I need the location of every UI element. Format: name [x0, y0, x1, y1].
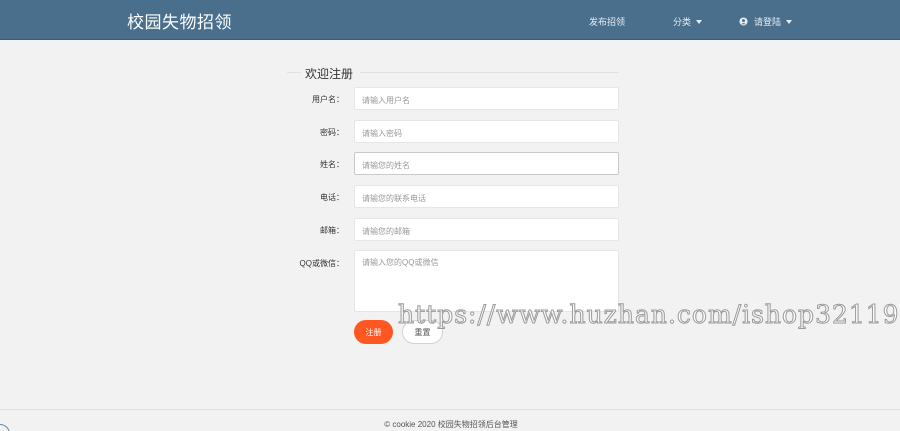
legend-divider [287, 72, 301, 73]
legend-divider [360, 72, 619, 73]
password-input[interactable]: 请输入密码 [354, 120, 619, 143]
name-input[interactable]: 请输您的姓名 [354, 152, 619, 175]
watermark-text: https://www.huzhan.com/ishop32119 [398, 300, 900, 330]
site-brand[interactable]: 校园失物招领 [127, 8, 232, 33]
form-legend: 欢迎注册 [305, 67, 354, 81]
nav-category-dropdown[interactable]: 分类 [673, 15, 703, 28]
email-input[interactable]: 请输您的邮箱 [354, 218, 619, 241]
username-input[interactable]: 请输入用户名 [354, 87, 619, 110]
nav-publish-link[interactable]: 发布招领 [589, 15, 625, 28]
nav-login-label: 请登陆 [754, 17, 782, 27]
register-button[interactable]: 注册 [354, 320, 393, 344]
chevron-down-icon [786, 19, 793, 24]
phone-input[interactable]: 请输您的联系电话 [354, 185, 619, 208]
email-label: 邮箱： [320, 226, 344, 235]
username-label: 用户名： [312, 95, 344, 104]
footer-divider [0, 409, 900, 410]
qq-wechat-label: QQ或微信： [299, 259, 344, 268]
name-label: 姓名： [320, 160, 344, 169]
nav-publish-label: 发布招领 [589, 17, 626, 27]
user-icon [739, 17, 748, 26]
nav-login-dropdown[interactable]: 请登陆 [739, 15, 793, 28]
password-label: 密码： [320, 128, 344, 137]
phone-label: 电话： [320, 193, 344, 202]
footer-copyright: © cookie 2020 校园失物招领后台管理 [384, 420, 518, 429]
nav-category-label: 分类 [673, 17, 692, 27]
top-navbar: 校园失物招领 发布招领 分类 请登陆 [0, 0, 900, 40]
chevron-down-icon [696, 19, 703, 24]
